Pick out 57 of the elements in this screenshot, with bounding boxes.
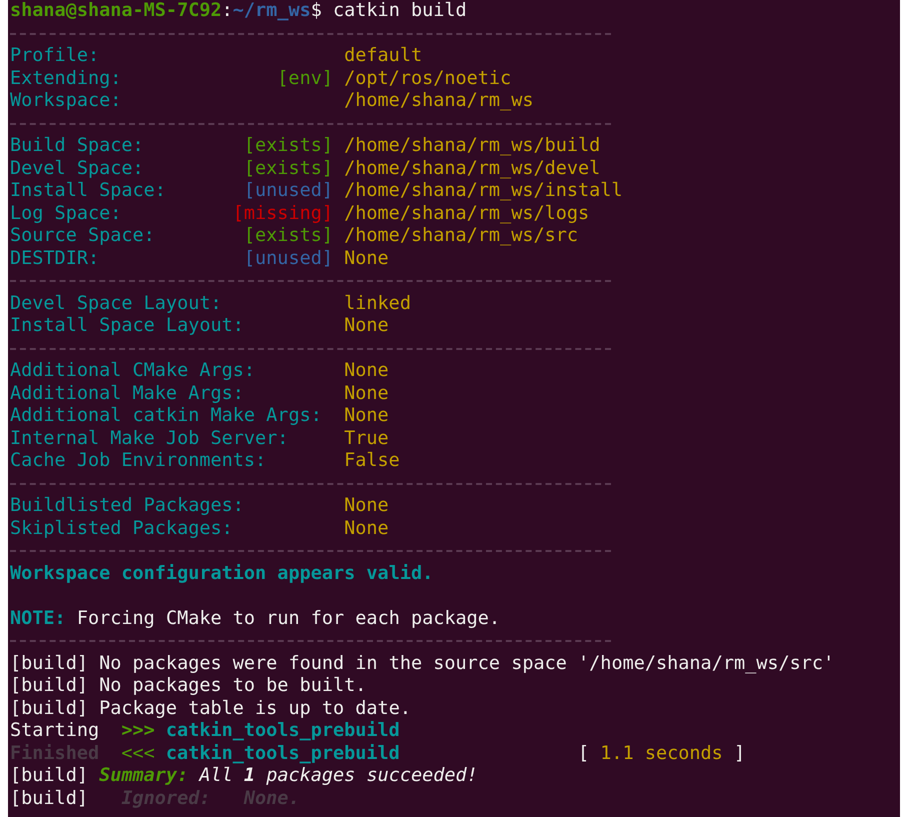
setting-value: None xyxy=(344,248,389,270)
job-arrow: >>> xyxy=(121,720,155,742)
output-line: Workspace configuration appears valid. xyxy=(10,562,434,585)
setting-label: Internal Make Job Server: xyxy=(10,428,288,450)
setting-value: False xyxy=(344,450,400,472)
setting-value: /home/shana/rm_ws/install xyxy=(344,180,623,202)
setting-label: Cache Job Environments: xyxy=(10,450,266,472)
status-tag: [unused] xyxy=(244,180,333,202)
status-tag: [exists] xyxy=(244,135,333,158)
setting-value: linked xyxy=(344,292,411,315)
status-tag: [env] xyxy=(277,68,333,90)
setting-label: Install Space: xyxy=(10,180,166,202)
setting-label: Extending: xyxy=(10,68,122,90)
output-line: [build] No packages were found in the source space '/home/shana/rm_ws/src' xyxy=(10,652,834,675)
setting-label: Devel Space: xyxy=(10,158,144,180)
setting-value: /home/shana/rm_ws/src xyxy=(344,225,578,248)
setting-label: Additional CMake Args: xyxy=(10,360,256,382)
status-tag: [exists] xyxy=(244,158,333,180)
setting-value: True xyxy=(344,428,389,450)
status-tag: [exists] xyxy=(244,225,333,248)
setting-label: Log Space: xyxy=(10,202,122,225)
package-name: catkin_tools_prebuild xyxy=(166,742,401,765)
setting-label: Workspace: xyxy=(10,90,122,112)
status-tag: [unused] xyxy=(244,248,333,270)
setting-value: None xyxy=(344,315,389,338)
setting-label: Source Space: xyxy=(10,225,155,248)
job-arrow: <<< xyxy=(121,742,155,765)
setting-value: None xyxy=(344,405,389,428)
setting-value: /home/shana/rm_ws xyxy=(344,90,534,112)
setting-value: None xyxy=(344,495,389,518)
setting-label: DESTDIR: xyxy=(10,248,100,270)
setting-label: Additional catkin Make Args: xyxy=(10,405,322,428)
setting-value: None xyxy=(344,382,389,405)
output-line: NOTE: Forcing CMake to run for each package. xyxy=(10,608,500,630)
job-status: Starting xyxy=(10,720,100,742)
setting-value: default xyxy=(344,45,422,68)
setting-value: /home/shana/rm_ws/logs xyxy=(344,202,590,225)
setting-label: Devel Space Layout: xyxy=(10,292,222,315)
output-line: [build] Summary: All 1 packages succeeded! xyxy=(10,765,478,788)
setting-value: None xyxy=(344,360,389,382)
setting-label: Additional Make Args: xyxy=(10,382,244,405)
status-tag: [missing] xyxy=(232,202,333,225)
elapsed-time: [ 1.1 seconds ] xyxy=(578,742,746,765)
setting-label: Skiplisted Packages: xyxy=(10,518,233,540)
setting-label: Profile: xyxy=(10,45,100,68)
setting-label: Install Space Layout: xyxy=(10,315,244,338)
output-line: [build] Package table is up to date. xyxy=(10,698,411,720)
package-name: catkin_tools_prebuild xyxy=(166,720,401,742)
setting-label: Build Space: xyxy=(10,135,144,158)
setting-value: None xyxy=(344,518,389,540)
output-line: [build] No packages to be built. xyxy=(10,675,366,698)
setting-value: /home/shana/rm_ws/build xyxy=(344,135,600,158)
setting-value: /opt/ros/noetic xyxy=(344,68,512,90)
prompt-line: shana@shana-MS-7C92:~/rm_ws$ catkin build xyxy=(10,0,467,22)
setting-label: Buildlisted Packages: xyxy=(10,495,244,518)
output-prefix: [build] xyxy=(10,788,89,810)
setting-value: /home/shana/rm_ws/devel xyxy=(344,158,600,180)
